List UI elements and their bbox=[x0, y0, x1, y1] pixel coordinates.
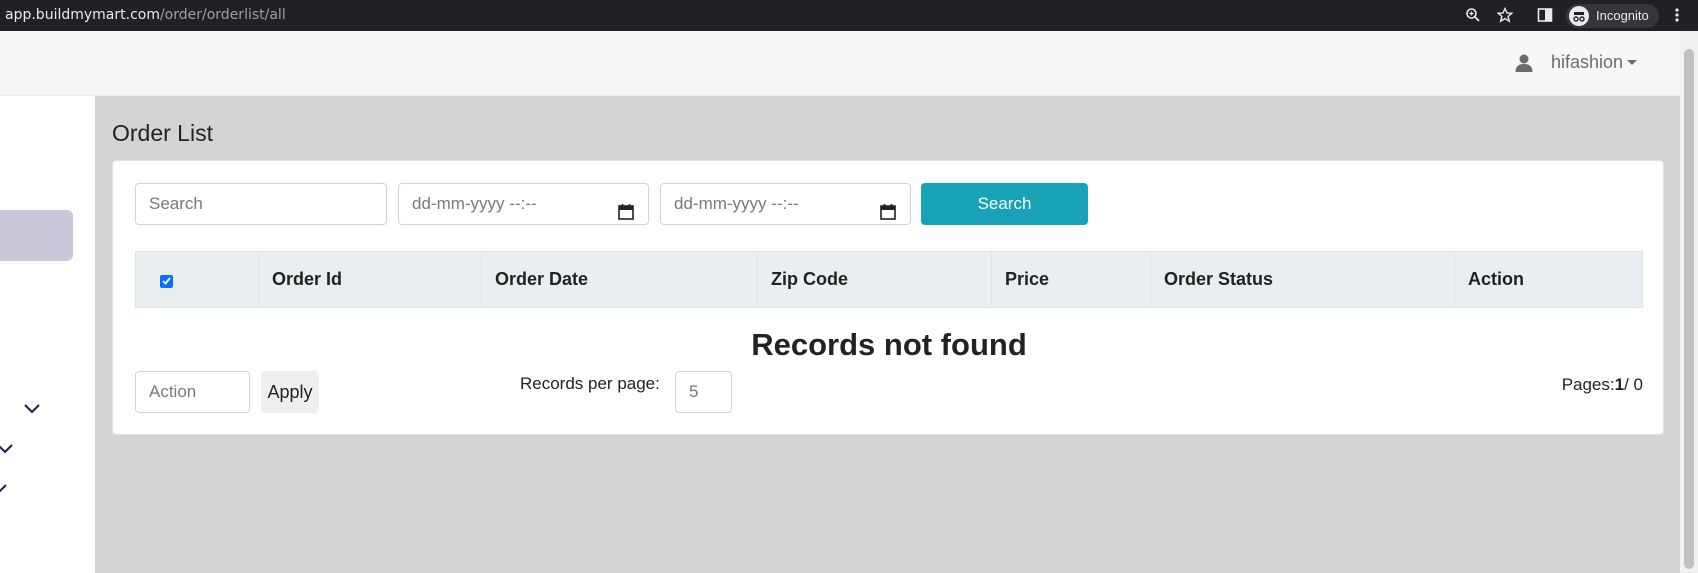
zoom-icon[interactable] bbox=[1463, 5, 1483, 25]
current-page: 1 bbox=[1614, 375, 1625, 394]
column-header-action[interactable]: Action bbox=[1454, 251, 1643, 308]
order-list-card: Search dd-mm-yyyy --:-- dd-mm-yyyy --:--… bbox=[112, 160, 1664, 435]
pagination-info: Pages:1/ 0 bbox=[1562, 375, 1643, 395]
records-per-page-input[interactable]: 5 bbox=[675, 371, 732, 413]
page-title: Order List bbox=[112, 120, 213, 146]
orders-table: Order Id Order Date Zip Code Price Order… bbox=[135, 251, 1643, 308]
chevron-down-icon[interactable] bbox=[23, 402, 41, 420]
column-header-order-id[interactable]: Order Id bbox=[258, 251, 482, 308]
date-from-input[interactable]: dd-mm-yyyy --:-- bbox=[398, 183, 649, 225]
records-per-page-label: Records per page: bbox=[520, 374, 660, 393]
column-header-price[interactable]: Price bbox=[991, 251, 1151, 308]
date-to-input[interactable]: dd-mm-yyyy --:-- bbox=[660, 183, 911, 225]
chevron-down-icon[interactable] bbox=[0, 442, 14, 460]
search-input[interactable]: Search bbox=[135, 183, 387, 225]
chevron-down-icon[interactable] bbox=[0, 482, 8, 500]
incognito-badge[interactable]: Incognito bbox=[1566, 4, 1659, 28]
browser-menu-icon[interactable] bbox=[1667, 5, 1687, 25]
column-header-order-status[interactable]: Order Status bbox=[1150, 251, 1455, 308]
top-navbar: hifashion bbox=[0, 31, 1680, 96]
calendar-icon[interactable] bbox=[618, 195, 634, 235]
total-pages: / 0 bbox=[1624, 375, 1643, 394]
column-header-zip-code[interactable]: Zip Code bbox=[757, 251, 992, 308]
bulk-action-input[interactable]: Action bbox=[135, 371, 250, 413]
table-header-row: Order Id Order Date Zip Code Price Order… bbox=[135, 251, 1643, 308]
date-to-placeholder: dd-mm-yyyy --:-- bbox=[674, 194, 799, 213]
url-host: app.buildmymart.com bbox=[5, 7, 160, 23]
calendar-icon[interactable] bbox=[880, 195, 896, 235]
username: hifashion bbox=[1551, 52, 1624, 72]
caret-down-icon bbox=[1627, 60, 1638, 65]
side-panel-icon[interactable] bbox=[1535, 5, 1555, 25]
incognito-label: Incognito bbox=[1596, 8, 1649, 23]
sidebar-active-item[interactable] bbox=[0, 210, 73, 261]
search-button[interactable]: Search bbox=[921, 183, 1088, 225]
pages-label: Pages: bbox=[1561, 375, 1615, 394]
browser-toolbar: app.buildmymart.com/order/orderlist/all … bbox=[0, 0, 1698, 31]
empty-state-message: Records not found bbox=[751, 327, 1027, 362]
page-scrollbar[interactable] bbox=[1680, 31, 1698, 573]
scrollbar-thumb[interactable] bbox=[1684, 49, 1694, 569]
sidebar bbox=[0, 96, 95, 573]
select-all-checkbox[interactable] bbox=[160, 274, 173, 288]
incognito-icon bbox=[1569, 6, 1589, 26]
select-all-header bbox=[135, 251, 259, 308]
apply-button[interactable]: Apply bbox=[261, 371, 319, 413]
address-bar[interactable]: app.buildmymart.com/order/orderlist/all bbox=[5, 7, 286, 23]
user-menu[interactable]: hifashion bbox=[1514, 52, 1638, 73]
column-header-order-date[interactable]: Order Date bbox=[481, 251, 758, 308]
user-icon bbox=[1514, 53, 1534, 73]
url-path: /order/orderlist/all bbox=[159, 7, 286, 23]
date-from-placeholder: dd-mm-yyyy --:-- bbox=[412, 194, 537, 213]
bookmark-star-icon[interactable] bbox=[1495, 5, 1515, 25]
